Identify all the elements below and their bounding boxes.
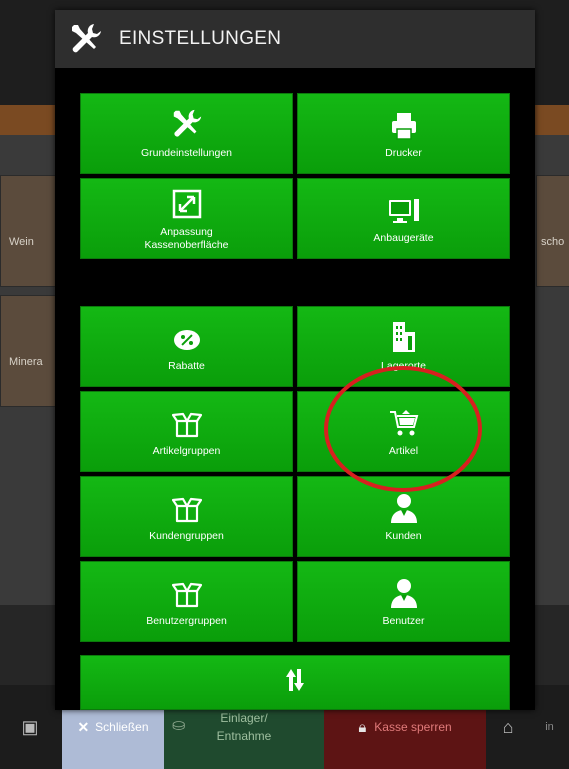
tile-benutzergruppen[interactable]: Benutzergruppen [80, 561, 293, 642]
tile-benutzer[interactable]: Benutzer [297, 561, 510, 642]
tile-label: Drucker [385, 147, 422, 159]
close-icon: ✕ [77, 718, 90, 735]
sort-button[interactable] [80, 655, 510, 710]
tile-anbaugeraete[interactable]: Anbaugeräte [297, 178, 510, 259]
tools-icon [170, 107, 204, 141]
bg-product-label: Minera [9, 356, 43, 368]
bg-product-tile[interactable]: scho [536, 175, 569, 287]
tile-grundeinstellungen[interactable]: Grundeinstellungen [80, 93, 293, 174]
discount-icon [171, 320, 203, 354]
resize-icon [171, 186, 203, 220]
user-icon [389, 490, 419, 524]
tile-kundengruppen[interactable]: Kundengruppen [80, 476, 293, 557]
tile-label: Benutzer [382, 615, 425, 627]
lock-label: Kasse sperren [374, 720, 452, 734]
tile-label: Grundeinstellungen [140, 147, 233, 159]
bg-product-label: scho [541, 236, 565, 248]
bg-product-label: Wein [9, 236, 34, 248]
tile-artikelgruppen[interactable]: Artikelgruppen [80, 391, 293, 472]
right-edge-label: in [545, 721, 554, 733]
box-icon [171, 490, 202, 524]
tile-rabatte[interactable]: Rabatte [80, 306, 293, 387]
box-icon [171, 405, 202, 439]
highlight-annotation [324, 366, 482, 492]
box-icon [171, 575, 202, 609]
entnahme-label: Entnahme [216, 729, 272, 743]
tools-icon [67, 20, 105, 58]
bg-product-tile[interactable]: Minera [0, 295, 62, 407]
dialog-title: EINSTELLUNGEN [119, 28, 282, 49]
monitor-icon [387, 192, 421, 226]
right-edge-item[interactable]: in [530, 685, 569, 769]
dialog-header: EINSTELLUNGEN [55, 10, 535, 68]
tile-label: Rabatte [168, 360, 205, 372]
einlager-label: Einlager/ [220, 711, 268, 725]
sort-arrows-icon [282, 667, 308, 698]
tile-anpassung[interactable]: Anpassung Kassenoberfläche [80, 178, 293, 259]
user-icon [389, 575, 419, 609]
close-label: Schließen [95, 720, 149, 734]
tile-label: Kundengruppen [149, 530, 224, 542]
bg-product-tile[interactable]: Wein [0, 175, 62, 287]
printer-icon [389, 107, 419, 141]
tile-label: Anpassung Kassenoberfläche [144, 225, 229, 251]
tile-drucker[interactable]: Drucker [297, 93, 510, 174]
drawer-icon[interactable]: ▣ [12, 685, 48, 769]
tile-label: Anbaugeräte [373, 232, 434, 244]
tile-label: Benutzergruppen [146, 615, 227, 627]
lock-icon: 🔒︎ [358, 718, 367, 736]
settings-dialog: EINSTELLUNGEN Grundeinstellungen Drucker A… [55, 10, 535, 710]
tile-label: Artikelgruppen [152, 445, 221, 457]
tile-label: Kunden [385, 530, 422, 542]
building-icon [391, 320, 417, 354]
stock-icon: ⛀ [172, 717, 186, 734]
